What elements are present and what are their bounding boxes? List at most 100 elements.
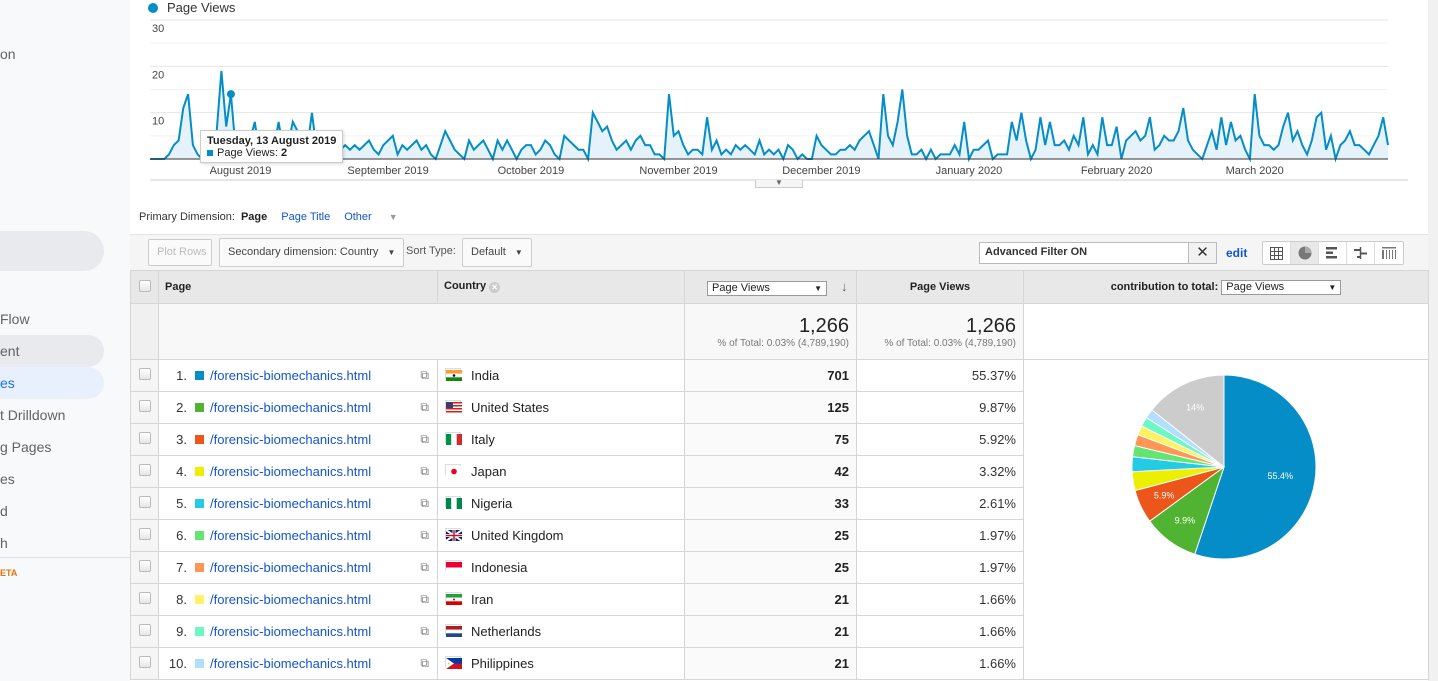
country-name[interactable]: Iran <box>471 592 493 607</box>
total-value-2: 1,266 <box>965 314 1016 337</box>
sidebar-item-1[interactable]: Flow <box>0 303 104 335</box>
country-cell: Philippines <box>437 647 685 680</box>
page-link[interactable]: /forensic-biomechanics.html <box>210 432 371 447</box>
performance-view-button[interactable] <box>1319 242 1347 264</box>
country-cell: United Kingdom <box>437 519 685 552</box>
open-external-icon[interactable]: ⧉ <box>420 560 429 575</box>
flag-uk-icon <box>445 528 463 542</box>
page-link[interactable]: /forensic-biomechanics.html <box>210 592 371 607</box>
country-name[interactable]: Italy <box>471 432 495 447</box>
sidebar-item-label: Flow <box>0 311 30 327</box>
row-checkbox[interactable] <box>138 400 151 412</box>
open-external-icon[interactable]: ⧉ <box>420 656 429 671</box>
sort-descending-icon[interactable]: ↓ <box>841 279 848 294</box>
sidebar-item-2[interactable]: ent <box>0 335 104 367</box>
sidebar-item-label: d <box>0 503 8 519</box>
open-external-icon[interactable]: ⧉ <box>420 464 429 479</box>
page-link[interactable]: /forensic-biomechanics.html <box>210 560 371 575</box>
totals-label-cell <box>158 303 685 360</box>
select-all-checkbox[interactable] <box>138 279 151 292</box>
clear-filter-button[interactable]: ✕ <box>1189 242 1217 264</box>
row-checkbox[interactable] <box>138 528 151 540</box>
pie-slice-label: 5.9% <box>1154 490 1175 500</box>
table-view-button[interactable] <box>1263 242 1291 264</box>
country-name[interactable]: United Kingdom <box>471 528 564 543</box>
table-header-row: Page Country ✕ Page Views ▼ ↓ Page Views c… <box>130 270 1429 304</box>
edit-filter-link[interactable]: edit <box>1226 246 1247 260</box>
open-external-icon[interactable]: ⧉ <box>420 432 429 447</box>
sidebar-item-8[interactable]: h <box>0 527 104 559</box>
header-page[interactable]: Page <box>158 270 438 304</box>
secondary-dimension-label: Secondary dimension: Country <box>228 246 379 258</box>
primary-dimension-other[interactable]: Other ▼ <box>344 211 412 223</box>
pie-view-button[interactable] <box>1291 242 1319 264</box>
pie-chart: 55.4% 9.9% 5.9% 14% <box>1131 374 1317 560</box>
sort-type-dropdown[interactable]: Default ▼ <box>462 238 532 267</box>
sidebar-pill[interactable] <box>0 231 104 271</box>
row-checkbox[interactable] <box>138 560 151 572</box>
row-checkbox[interactable] <box>138 464 151 476</box>
country-name[interactable]: Nigeria <box>471 496 512 511</box>
country-name[interactable]: India <box>471 368 499 383</box>
header-country-label: Country <box>444 280 487 292</box>
page-link[interactable]: /forensic-biomechanics.html <box>210 464 371 479</box>
remove-dimension-icon[interactable]: ✕ <box>489 282 501 293</box>
page-cell: 6. /forensic-biomechanics.html ⧉ <box>158 519 438 552</box>
country-name[interactable]: Japan <box>471 464 506 479</box>
sidebar-item-6[interactable]: es <box>0 463 104 495</box>
sidebar-item-7[interactable]: d <box>0 495 104 527</box>
row-color-swatch <box>195 435 204 444</box>
country-name[interactable]: Indonesia <box>471 560 527 575</box>
open-external-icon[interactable]: ⧉ <box>420 592 429 607</box>
row-checkbox[interactable] <box>138 496 151 508</box>
page-link[interactable]: /forensic-biomechanics.html <box>210 400 371 415</box>
country-name[interactable]: United States <box>471 400 549 415</box>
metric-select[interactable]: Page Views ▼ <box>707 280 827 296</box>
primary-dimension-current[interactable]: Page <box>241 211 267 223</box>
flag-nigeria-icon <box>445 496 462 509</box>
country-name[interactable]: Philippines <box>471 656 534 671</box>
plot-rows-button[interactable]: Plot Rows <box>148 239 212 266</box>
row-checkbox[interactable] <box>138 368 151 380</box>
country-name[interactable]: Netherlands <box>471 624 541 639</box>
page-link[interactable]: /forensic-biomechanics.html <box>210 624 371 639</box>
flag-japan-icon <box>445 464 462 477</box>
chart-collapse-handle[interactable]: ▼ <box>755 179 803 188</box>
row-color-swatch <box>195 531 204 540</box>
primary-dimension-page-title[interactable]: Page Title <box>281 211 330 223</box>
open-external-icon[interactable]: ⧉ <box>420 624 429 639</box>
sidebar-item-0[interactable]: on <box>0 38 104 70</box>
page-views-cell: 75 <box>684 423 857 456</box>
page-link[interactable]: /forensic-biomechanics.html <box>210 656 371 671</box>
sort-type-label: Sort Type: <box>406 245 456 257</box>
row-number: 5. <box>176 496 187 511</box>
open-external-icon[interactable]: ⧉ <box>420 400 429 415</box>
page-link[interactable]: /forensic-biomechanics.html <box>210 528 371 543</box>
sidebar-item-5[interactable]: g Pages <box>0 431 104 463</box>
sidebar-item-4[interactable]: t Drilldown <box>0 399 104 431</box>
sidebar-item-3[interactable]: es <box>0 367 104 399</box>
page-link[interactable]: /forensic-biomechanics.html <box>210 496 371 511</box>
header-page-views[interactable]: Page Views <box>856 270 1024 304</box>
row-checkbox[interactable] <box>138 624 151 636</box>
scrollbar-track[interactable] <box>1428 0 1438 681</box>
row-checkbox[interactable] <box>138 656 151 668</box>
page-link[interactable]: /forensic-biomechanics.html <box>210 368 371 383</box>
open-external-icon[interactable]: ⧉ <box>420 496 429 511</box>
row-number: 3. <box>176 432 187 447</box>
view-switcher <box>1262 241 1404 265</box>
row-checkbox[interactable] <box>138 432 151 444</box>
open-external-icon[interactable]: ⧉ <box>420 368 429 383</box>
comparison-view-button[interactable] <box>1347 242 1375 264</box>
pivot-view-button[interactable] <box>1375 242 1403 264</box>
page-views-pct-cell: 1.97% <box>856 551 1024 584</box>
advanced-filter-input[interactable]: Advanced Filter ON <box>979 242 1189 264</box>
row-checkbox[interactable] <box>138 592 151 604</box>
secondary-dimension-dropdown[interactable]: Secondary dimension: Country ▼ <box>219 238 405 267</box>
flag-philippines-icon <box>445 656 462 669</box>
row-number: 4. <box>176 464 187 479</box>
row-number: 9. <box>176 624 187 639</box>
header-country[interactable]: Country ✕ <box>437 270 685 304</box>
contribution-select[interactable]: Page Views ▼ <box>1221 279 1342 295</box>
open-external-icon[interactable]: ⧉ <box>420 528 429 543</box>
